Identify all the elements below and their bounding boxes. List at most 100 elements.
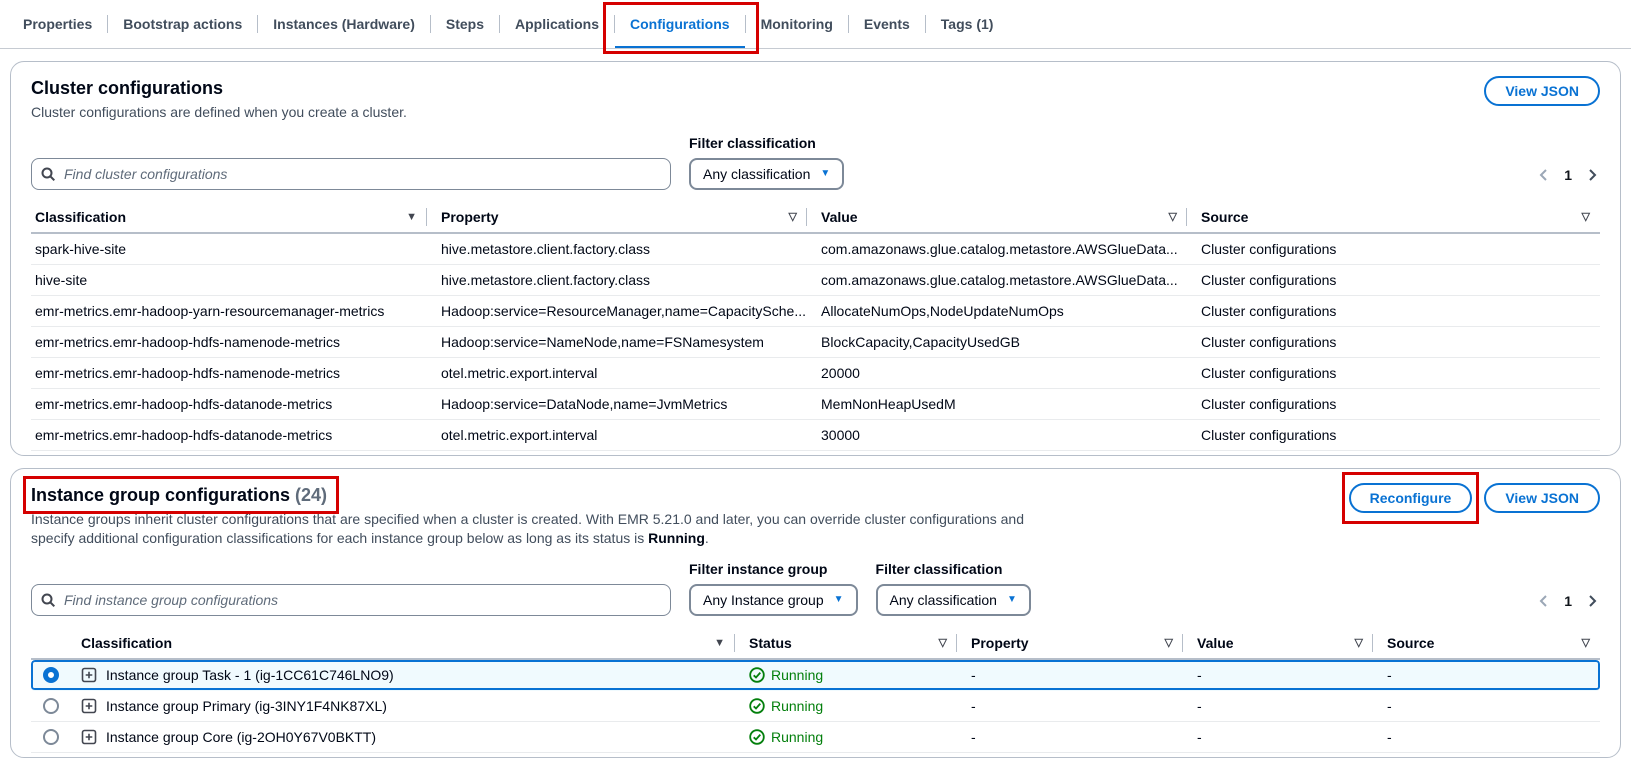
sort-icon[interactable]: ▽ bbox=[1355, 634, 1363, 652]
instance-group-configurations-title: Instance group configurations (24) bbox=[31, 483, 327, 507]
instance-group-search bbox=[31, 584, 671, 616]
tab-monitoring[interactable]: Monitoring bbox=[746, 0, 848, 48]
column-header-status[interactable]: Status ▽ bbox=[745, 628, 967, 658]
pagination: 1 bbox=[1536, 167, 1600, 190]
cell-source: Cluster configurations bbox=[1197, 420, 1600, 450]
tab-bar: Properties Bootstrap actions Instances (… bbox=[0, 0, 1631, 49]
cell-property: otel.metric.export.interval bbox=[437, 358, 817, 388]
cluster-config-table-header: Classification ▼ Property ▽ Value ▽ Sour… bbox=[31, 202, 1600, 234]
instance-group-row[interactable]: Instance group Task - 1 (ig-1CC61C746LNO… bbox=[31, 660, 1600, 691]
tab-applications[interactable]: Applications bbox=[500, 0, 614, 48]
cell-value: - bbox=[1193, 691, 1383, 721]
cell-value: com.amazonaws.glue.catalog.metastore.AWS… bbox=[817, 265, 1197, 295]
search-icon bbox=[40, 166, 56, 182]
table-row: hive-site hive.metastore.client.factory.… bbox=[31, 265, 1600, 296]
filter-classification-dropdown[interactable]: Any classification ▼ bbox=[876, 584, 1031, 616]
instance-group-table-body: Instance group Task - 1 (ig-1CC61C746LNO… bbox=[31, 660, 1600, 753]
cell-source: - bbox=[1383, 691, 1600, 721]
table-row: emr-metrics.emr-hadoop-hdfs-datanode-met… bbox=[31, 420, 1600, 451]
expand-icon[interactable] bbox=[81, 667, 97, 683]
column-header-source[interactable]: Source ▽ bbox=[1197, 202, 1600, 232]
table-row: emr-metrics.emr-hadoop-hdfs-namenode-met… bbox=[31, 327, 1600, 358]
column-header-property[interactable]: Property ▽ bbox=[437, 202, 817, 232]
filter-instance-group-value: Any Instance group bbox=[703, 592, 824, 608]
table-row: spark-hive-site hive.metastore.client.fa… bbox=[31, 234, 1600, 265]
sort-icon[interactable]: ▽ bbox=[789, 208, 797, 226]
reconfigure-button[interactable]: Reconfigure bbox=[1349, 483, 1473, 513]
sort-icon[interactable]: ▼ bbox=[714, 634, 725, 652]
cell-classification: hive-site bbox=[31, 265, 437, 295]
radio-button-selected[interactable] bbox=[43, 667, 59, 683]
instance-group-search-input[interactable] bbox=[31, 584, 671, 616]
check-circle-icon bbox=[749, 667, 765, 683]
cell-value: com.amazonaws.glue.catalog.metastore.AWS… bbox=[817, 234, 1197, 264]
next-page-button[interactable] bbox=[1584, 593, 1600, 609]
tab-configurations[interactable]: Configurations bbox=[615, 0, 745, 48]
cell-property: hive.metastore.client.factory.class bbox=[437, 234, 817, 264]
tab-steps[interactable]: Steps bbox=[431, 0, 499, 48]
search-icon bbox=[40, 592, 56, 608]
cell-source: Cluster configurations bbox=[1197, 389, 1600, 419]
filter-classification-value: Any classification bbox=[703, 166, 810, 182]
sort-icon[interactable]: ▽ bbox=[1582, 208, 1590, 226]
column-header-classification[interactable]: Classification ▼ bbox=[77, 628, 745, 658]
previous-page-button[interactable] bbox=[1536, 593, 1552, 609]
check-circle-icon bbox=[749, 729, 765, 745]
view-json-button[interactable]: View JSON bbox=[1484, 76, 1600, 106]
radio-button[interactable] bbox=[43, 698, 59, 714]
cell-property: - bbox=[967, 660, 1193, 690]
current-page[interactable]: 1 bbox=[1560, 593, 1576, 609]
cell-classification: emr-metrics.emr-hadoop-hdfs-namenode-met… bbox=[31, 327, 437, 357]
sort-icon[interactable]: ▽ bbox=[1165, 634, 1173, 652]
cell-property: otel.metric.export.interval bbox=[437, 420, 817, 450]
column-header-property[interactable]: Property ▽ bbox=[967, 628, 1193, 658]
tab-events[interactable]: Events bbox=[849, 0, 925, 48]
expand-icon[interactable] bbox=[81, 698, 97, 714]
cell-classification: emr-metrics.emr-hadoop-hdfs-datanode-met… bbox=[31, 420, 437, 450]
instance-group-row[interactable]: Instance group Primary (ig-3INY1F4NK87XL… bbox=[31, 691, 1600, 722]
radio-button[interactable] bbox=[43, 729, 59, 745]
instance-group-label: Instance group Core (ig-2OH0Y67V0BKTT) bbox=[106, 728, 376, 746]
filter-classification-dropdown[interactable]: Any classification ▼ bbox=[689, 158, 844, 190]
column-header-value[interactable]: Value ▽ bbox=[817, 202, 1197, 232]
tab-bootstrap-actions[interactable]: Bootstrap actions bbox=[108, 0, 257, 48]
filter-classification-value: Any classification bbox=[890, 592, 997, 608]
previous-page-button[interactable] bbox=[1536, 167, 1552, 183]
tab-instances-hardware[interactable]: Instances (Hardware) bbox=[258, 0, 430, 48]
cell-source: Cluster configurations bbox=[1197, 265, 1600, 295]
next-page-button[interactable] bbox=[1584, 167, 1600, 183]
current-page[interactable]: 1 bbox=[1560, 167, 1576, 183]
filter-classification-label: Filter classification bbox=[689, 134, 844, 152]
expand-icon[interactable] bbox=[81, 729, 97, 745]
tab-properties[interactable]: Properties bbox=[8, 0, 107, 48]
filter-instance-group-label: Filter instance group bbox=[689, 560, 858, 578]
column-header-classification[interactable]: Classification ▼ bbox=[31, 202, 437, 232]
column-header-value[interactable]: Value ▽ bbox=[1193, 628, 1383, 658]
cell-property: - bbox=[967, 722, 1193, 752]
tab-tags[interactable]: Tags (1) bbox=[926, 0, 1009, 48]
cell-value: 30000 bbox=[817, 420, 1197, 450]
instance-group-table-header: Classification ▼ Status ▽ Property ▽ Val… bbox=[31, 628, 1600, 660]
chevron-down-icon: ▼ bbox=[834, 595, 844, 605]
cell-property: - bbox=[967, 691, 1193, 721]
sort-icon[interactable]: ▽ bbox=[939, 634, 947, 652]
sort-icon[interactable]: ▼ bbox=[406, 208, 417, 226]
sort-icon[interactable]: ▽ bbox=[1169, 208, 1177, 226]
cell-property: Hadoop:service=DataNode,name=JvmMetrics bbox=[437, 389, 817, 419]
column-header-source[interactable]: Source ▽ bbox=[1383, 628, 1600, 658]
sort-icon[interactable]: ▽ bbox=[1582, 634, 1590, 652]
filter-instance-group-dropdown[interactable]: Any Instance group ▼ bbox=[689, 584, 858, 616]
status-badge: Running bbox=[745, 691, 967, 721]
cell-property: hive.metastore.client.factory.class bbox=[437, 265, 817, 295]
cell-value: MemNonHeapUsedM bbox=[817, 389, 1197, 419]
tab-configurations-label: Configurations bbox=[630, 16, 730, 32]
chevron-down-icon: ▼ bbox=[1007, 595, 1017, 605]
status-badge: Running bbox=[745, 722, 967, 752]
item-count: (24) bbox=[295, 485, 327, 505]
view-json-button[interactable]: View JSON bbox=[1484, 483, 1600, 513]
cell-value: BlockCapacity,CapacityUsedGB bbox=[817, 327, 1197, 357]
pagination: 1 bbox=[1536, 593, 1600, 616]
cluster-config-search-input[interactable] bbox=[31, 158, 671, 190]
cluster-configurations-description: Cluster configurations are defined when … bbox=[31, 103, 407, 122]
status-badge: Running bbox=[745, 660, 967, 690]
